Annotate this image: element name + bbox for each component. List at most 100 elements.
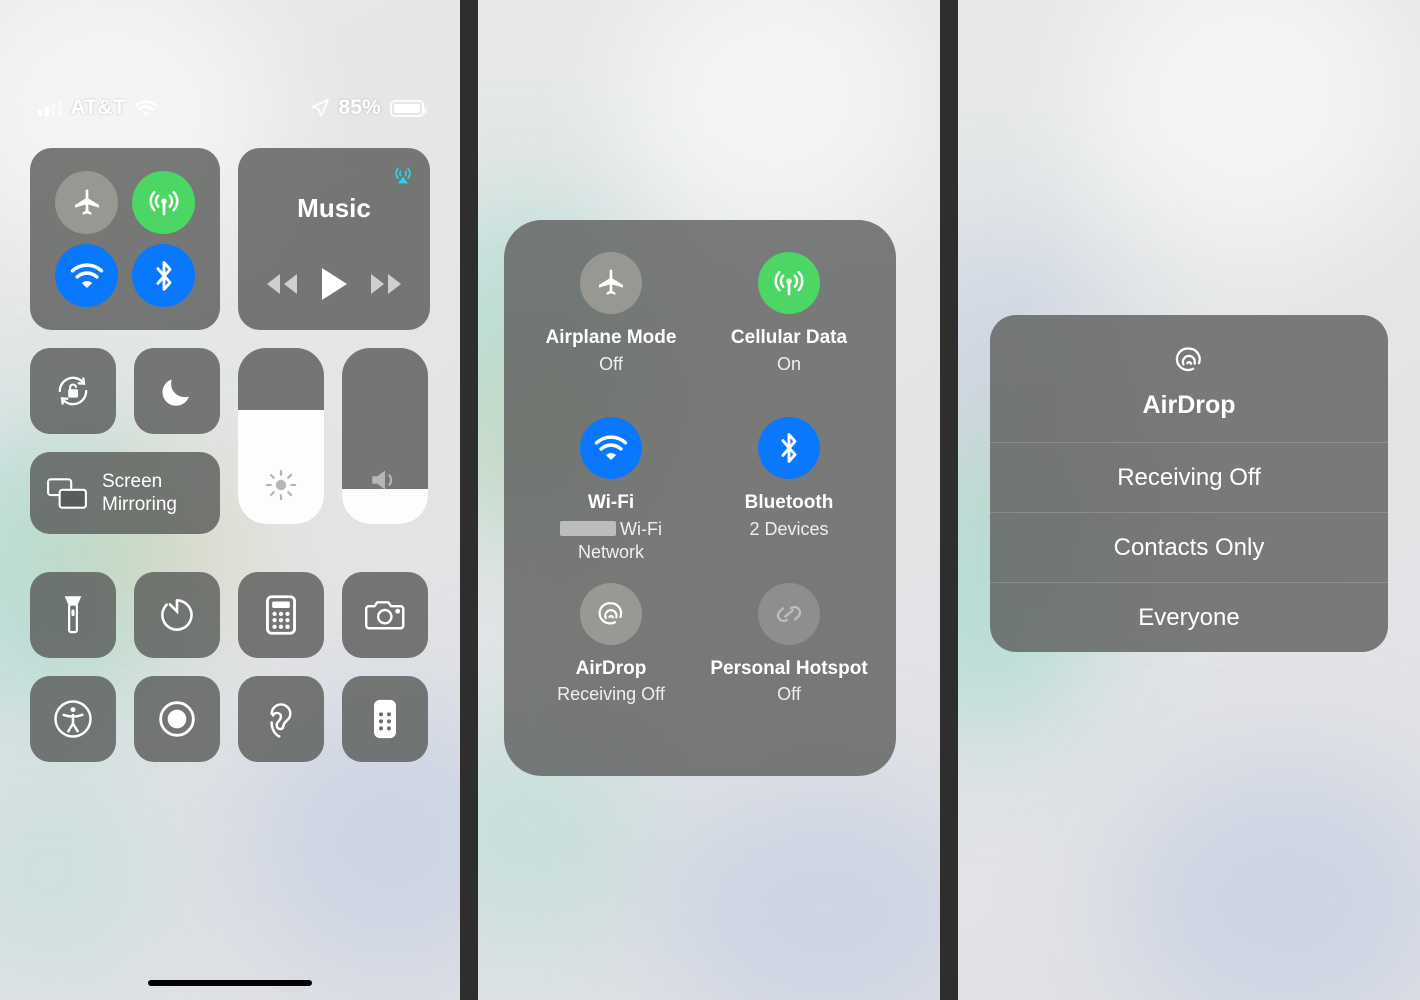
rotation-lock-icon (51, 369, 95, 413)
control-center-grid: Music Screen Mirroring (30, 148, 430, 780)
wallpaper-blob (0, 760, 160, 980)
airplane-mode-toggle[interactable] (580, 252, 642, 314)
bluetooth-toggle[interactable] (132, 244, 195, 307)
home-indicator[interactable] (148, 980, 312, 986)
timer-tile[interactable] (134, 572, 220, 658)
do-not-disturb-tile[interactable] (134, 348, 220, 434)
carrier-label: AT&T (70, 96, 126, 119)
airdrop-options-menu: AirDrop Receiving Off Contacts Only Ever… (990, 315, 1388, 652)
screen-mirroring-label: Screen Mirroring (102, 470, 177, 515)
location-arrow-icon (311, 99, 330, 117)
apple-tv-remote-tile[interactable] (342, 676, 428, 762)
expanded-label: Personal Hotspot (710, 657, 868, 679)
expanded-sublabel: Wi-Fi Network (536, 518, 686, 564)
airdrop-menu-title: AirDrop (1142, 391, 1236, 419)
screen-recording-tile[interactable] (134, 676, 220, 762)
airdrop-toggle[interactable] (580, 582, 642, 645)
ear-icon (264, 698, 298, 740)
airplay-audio-icon[interactable] (390, 162, 416, 188)
expanded-sublabel: Off (777, 684, 801, 705)
wifi-icon (70, 262, 104, 289)
airplane-icon (71, 187, 103, 219)
screen-mirroring-tile[interactable]: Screen Mirroring (30, 452, 220, 534)
connectivity-module[interactable] (30, 148, 220, 330)
wifi-icon (135, 99, 157, 117)
flashlight-icon (55, 594, 91, 636)
expanded-airplane-mode[interactable]: Airplane Mode Off (522, 252, 700, 417)
expanded-label: Cellular Data (730, 327, 848, 348)
bluetooth-toggle[interactable] (758, 417, 820, 480)
airplane-mode-toggle[interactable] (55, 171, 118, 234)
cellular-antenna-icon (772, 266, 806, 300)
screen-mirroring-icon (46, 476, 88, 510)
panel-control-center: AT&T 85% Music Screen Mirroring (0, 0, 460, 1000)
airdrop-icon (1172, 343, 1206, 377)
brightness-sun-icon (238, 468, 324, 502)
remote-icon (372, 698, 398, 740)
hearing-tile[interactable] (238, 676, 324, 762)
timer-icon (157, 595, 197, 635)
panel-divider (940, 0, 958, 1000)
battery-icon (390, 99, 427, 117)
airdrop-icon (595, 598, 627, 630)
expanded-label: Bluetooth (744, 492, 834, 514)
wifi-toggle[interactable] (580, 417, 642, 480)
cellular-data-toggle[interactable] (758, 252, 820, 314)
airdrop-option-contacts-only[interactable]: Contacts Only (990, 512, 1388, 582)
rotation-lock-tile[interactable] (30, 348, 116, 434)
music-title: Music (297, 193, 371, 223)
volume-slider[interactable] (342, 348, 428, 524)
expanded-sublabel: On (776, 353, 801, 374)
screenshot-root: AT&T 85% Music Screen Mirroring Airplane… (0, 0, 1420, 1000)
expanded-sublabel: 2 Devices (749, 519, 829, 540)
moon-icon (158, 372, 196, 410)
hotspot-link-icon (773, 599, 805, 629)
volume-speaker-icon (342, 466, 428, 494)
accessibility-tile[interactable] (30, 676, 116, 762)
expanded-cellular-data[interactable]: Cellular Data On (700, 252, 878, 417)
cellular-antenna-icon (147, 186, 181, 220)
cellular-bars-icon (38, 100, 62, 116)
expanded-sublabel: Receiving Off (557, 684, 665, 705)
accessibility-icon (52, 698, 94, 740)
panel-airdrop-menu: AirDrop Receiving Off Contacts Only Ever… (958, 0, 1420, 1000)
cellular-data-toggle[interactable] (132, 171, 195, 234)
panel-expanded-connectivity: Airplane Mode Off Cellular Data On Wi-Fi… (478, 0, 940, 1000)
camera-icon (364, 598, 406, 632)
battery-percent-label: 85% (338, 96, 381, 119)
rewind-icon[interactable] (263, 271, 301, 297)
wallpaper-blob (1118, 760, 1420, 1000)
wallpaper-blob (618, 0, 938, 250)
music-module[interactable]: Music (238, 148, 430, 330)
status-bar: AT&T 85% (0, 96, 460, 120)
expanded-connectivity-module: Airplane Mode Off Cellular Data On Wi-Fi… (504, 220, 896, 776)
wallpaper-blob (1078, 0, 1418, 260)
expanded-airdrop[interactable]: AirDrop Receiving Off (522, 582, 700, 748)
expanded-label: AirDrop (575, 657, 647, 679)
brightness-slider[interactable] (238, 348, 324, 524)
expanded-wifi[interactable]: Wi-Fi Wi-Fi Network (522, 417, 700, 582)
fast-forward-icon[interactable] (367, 271, 405, 297)
calculator-icon (265, 595, 297, 635)
airplane-icon (595, 267, 627, 299)
airdrop-menu-header: AirDrop (990, 315, 1388, 442)
calculator-tile[interactable] (238, 572, 324, 658)
wallpaper-blob (658, 780, 940, 1000)
redacted-network-name (560, 521, 616, 537)
expanded-label: Airplane Mode (545, 327, 677, 348)
wifi-toggle[interactable] (55, 244, 118, 307)
expanded-bluetooth[interactable]: Bluetooth 2 Devices (700, 417, 878, 582)
airdrop-option-receiving-off[interactable]: Receiving Off (990, 442, 1388, 512)
play-icon[interactable] (319, 266, 349, 302)
camera-tile[interactable] (342, 572, 428, 658)
wifi-icon (594, 435, 628, 461)
expanded-sublabel: Off (599, 353, 623, 374)
screen-record-icon (156, 698, 198, 740)
expanded-personal-hotspot[interactable]: Personal Hotspot Off (700, 582, 878, 748)
personal-hotspot-toggle[interactable] (758, 582, 820, 645)
airdrop-option-everyone[interactable]: Everyone (990, 582, 1388, 652)
bluetooth-icon (777, 431, 801, 465)
flashlight-tile[interactable] (30, 572, 116, 658)
panel-divider (460, 0, 478, 1000)
expanded-label: Wi-Fi (587, 492, 635, 514)
